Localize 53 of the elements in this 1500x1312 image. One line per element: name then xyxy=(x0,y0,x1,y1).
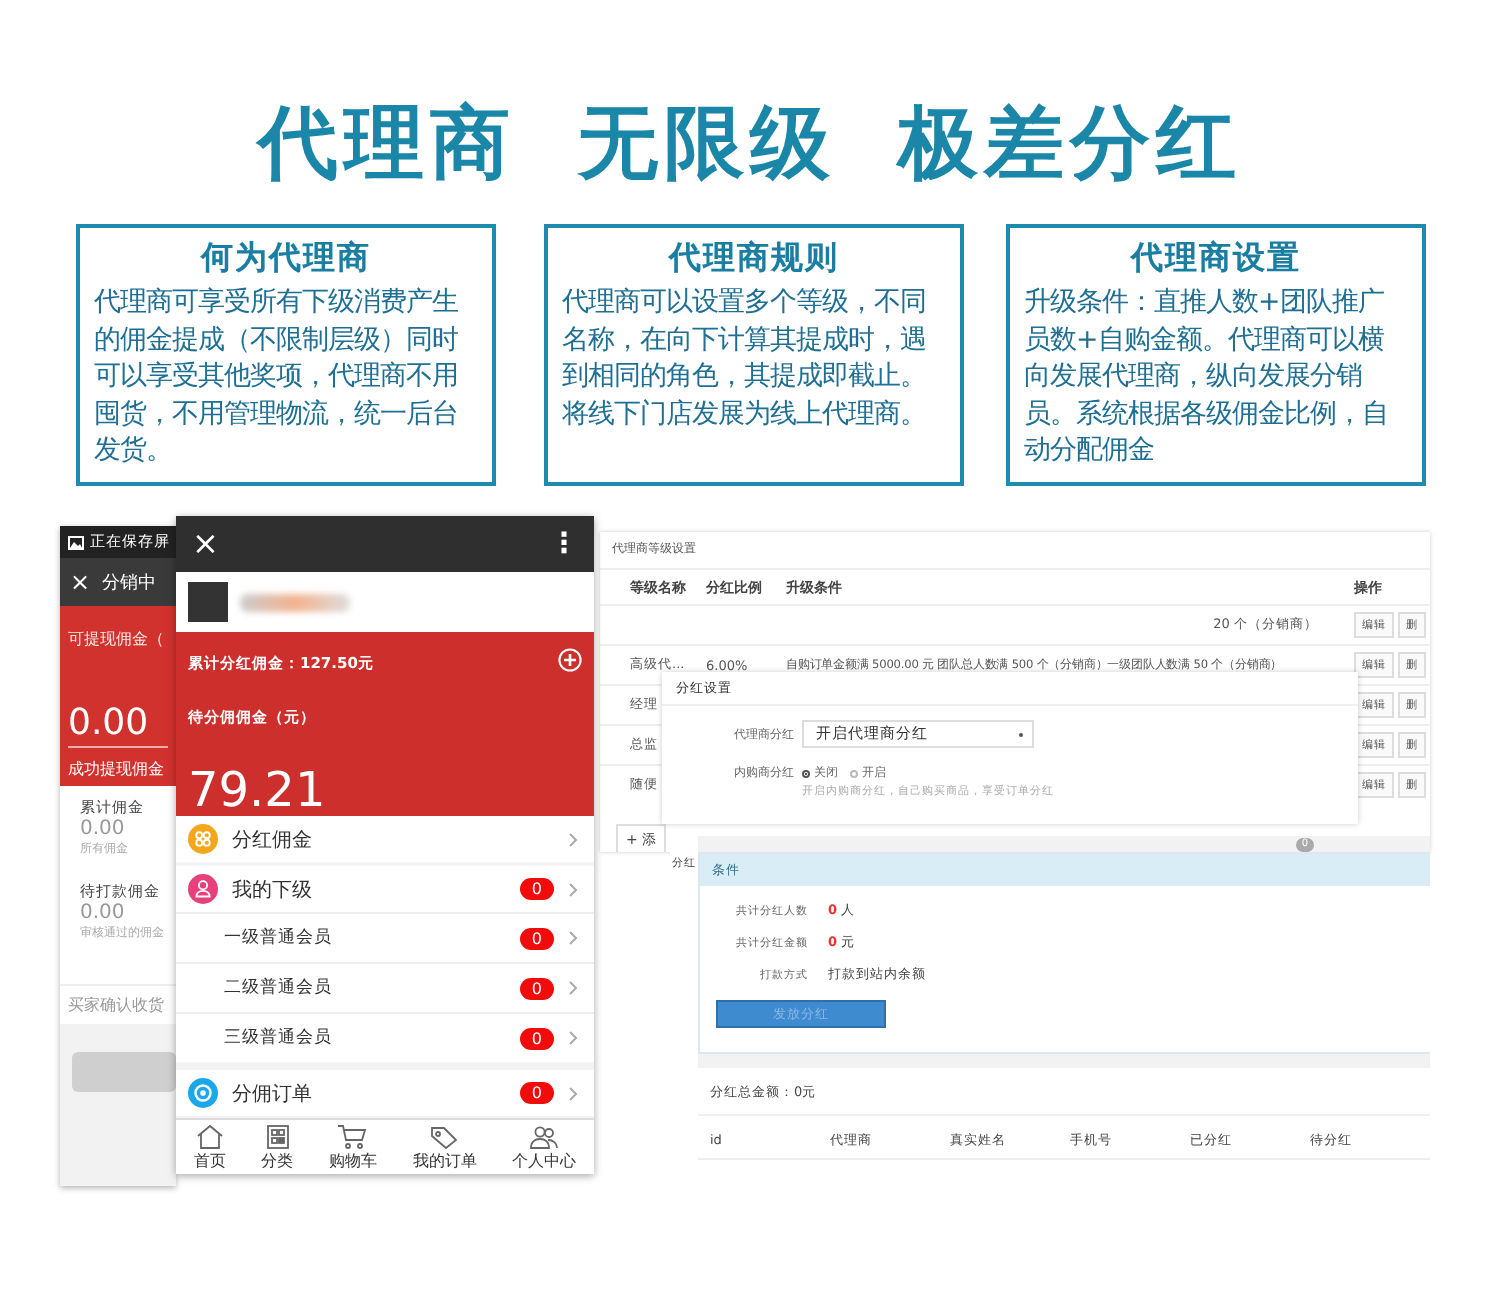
chevron-icon xyxy=(568,1030,578,1046)
card-text: 代理商可享受所有下级消费产生的佣金提成（不限制层级）同时可以享受其他奖项，代理商不用囤货，不用管理物流，统一后台发货。 xyxy=(94,286,460,471)
menu-item[interactable]: 三级普通会员 0 xyxy=(176,1012,594,1062)
card-text: 代理商可以设置多个等级，不同名称，在向下计算其提成时，遇到相同的角色，其提成即截止。将线下门店发展为线上代理商。 xyxy=(562,286,928,434)
card-text: 升级条件：直推人数+团队推广员数+自购金额。代理商可以横向发展代理商，纵向发展分销员。系统根据各级佣金比例，自动分配佣金 xyxy=(1024,286,1390,471)
stat-value: 0.00 xyxy=(80,902,127,924)
nav-tab[interactable]: 分类 xyxy=(261,1123,294,1171)
count-badge: 0 xyxy=(519,878,554,900)
chevron-icon xyxy=(568,881,578,897)
menu-item[interactable]: 分佣订单 0 xyxy=(176,1070,594,1116)
cart-icon xyxy=(336,1123,369,1149)
blurred-name xyxy=(240,593,350,611)
image-icon xyxy=(68,535,84,549)
pending-value: 79.21 xyxy=(188,764,328,816)
count-badge: 0 xyxy=(519,1027,554,1049)
more-button[interactable]: ⋮ xyxy=(550,528,578,560)
people-icon xyxy=(528,1123,561,1149)
nav-tab[interactable]: 购物车 xyxy=(328,1123,377,1171)
nav-tab[interactable]: 个人中心 xyxy=(512,1123,577,1171)
person-icon xyxy=(188,874,218,904)
caret-icon xyxy=(1018,731,1024,737)
footer-note: 买家确认收货 xyxy=(60,984,176,1024)
menu-item[interactable]: 一级普通会员 0 xyxy=(176,912,594,962)
category-icon xyxy=(261,1123,294,1149)
menu-item[interactable]: 二级普通会员 0 xyxy=(176,962,594,1012)
close-button[interactable]: × xyxy=(70,568,91,596)
header-title: 分销中 xyxy=(102,571,157,595)
plus-circle-icon[interactable] xyxy=(558,648,582,672)
chevron-icon xyxy=(568,831,578,847)
menu-item[interactable]: 分红佣金 xyxy=(176,816,594,862)
menu-item[interactable]: 我的下级 0 xyxy=(176,866,594,912)
count-badge: 0 xyxy=(519,1082,554,1104)
target-icon xyxy=(188,1078,218,1108)
count-badge: 0 xyxy=(519,977,554,999)
stat-value: 0.00 xyxy=(80,818,127,840)
nav-tab[interactable]: 首页 xyxy=(193,1123,226,1171)
close-button[interactable]: × xyxy=(192,528,219,560)
nav-tab[interactable]: 我的订单 xyxy=(412,1123,477,1171)
grid-icon xyxy=(188,824,218,854)
headline: 代理商 无限级 极差分红 xyxy=(254,96,1244,194)
chevron-icon xyxy=(568,930,578,946)
card-title: 代理商规则 xyxy=(666,238,841,280)
avatar xyxy=(188,582,228,622)
balance-value: 0.00 xyxy=(68,702,168,748)
chevron-icon xyxy=(568,1085,578,1101)
card-title: 代理商设置 xyxy=(1128,238,1303,280)
tag-icon xyxy=(428,1123,461,1149)
balance-label: 可提现佣金（ xyxy=(68,628,166,650)
home-icon xyxy=(193,1123,226,1149)
count-badge: 0 xyxy=(519,927,554,949)
withdrawn-label: 成功提现佣金 xyxy=(68,758,166,780)
card-title: 何为代理商 xyxy=(198,238,373,280)
chevron-icon xyxy=(568,980,578,996)
